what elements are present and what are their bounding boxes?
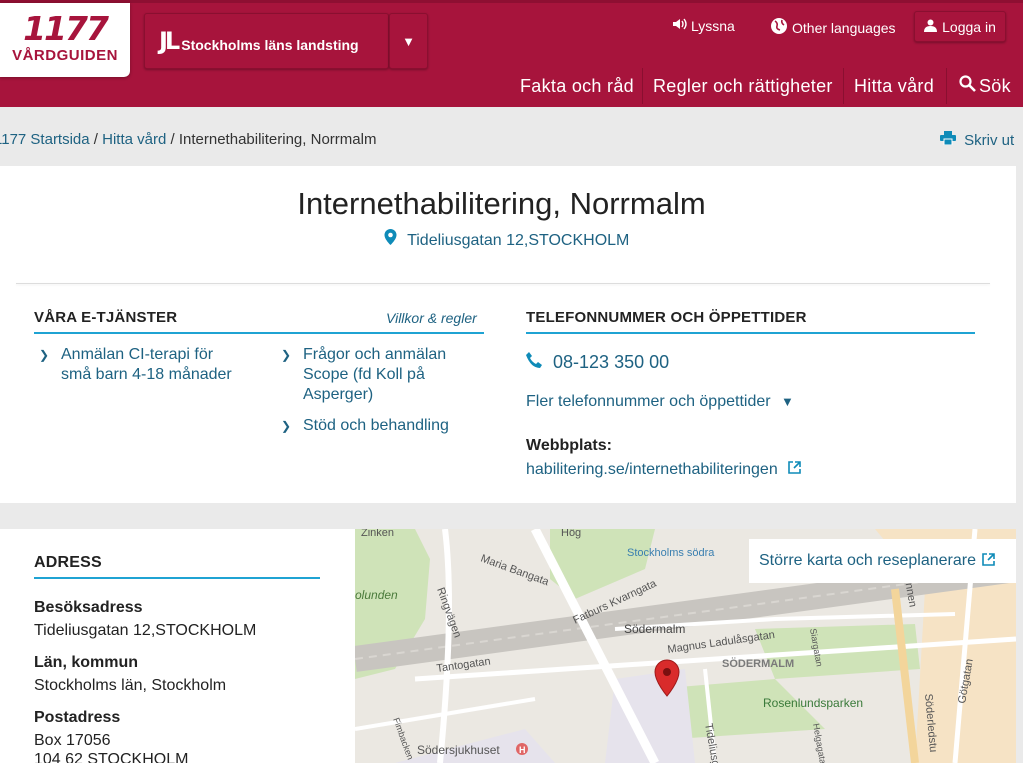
eservice-link-scope[interactable]: ❯ Frågor och anmälan Scope (fd Koll på A… (281, 345, 483, 405)
logo-1177[interactable]: 1177 VÅRDGUIDEN (0, 3, 130, 77)
login-label: Logga in (942, 18, 996, 35)
map-label: Södermalm (624, 622, 685, 636)
speaker-icon (672, 17, 687, 34)
phone-link[interactable]: 08-123 350 00 (526, 352, 669, 373)
larger-map-label: Större karta och reseplanerare (759, 552, 976, 569)
clinic-address-link[interactable]: Tideliusgatan 12,STOCKHOLM (407, 232, 629, 249)
listen-button[interactable]: Lyssna (672, 17, 735, 34)
page-title: Internethabilitering, Norrmalm (297, 186, 706, 221)
login-button[interactable]: Logga in (914, 11, 1006, 42)
breadcrumb-current: Internethabilitering, Norrmalm (178, 131, 377, 148)
postal-address-line2: 104 62 STOCKHOLM (34, 751, 189, 763)
breadcrumb-separator: / (170, 131, 175, 148)
listen-label: Lyssna (691, 17, 735, 34)
terms-link[interactable]: Villkor & regler (386, 310, 477, 326)
printer-icon (940, 131, 960, 149)
larger-map-link[interactable]: Större karta och reseplanerare (749, 539, 1016, 583)
county-label: Län, kommun (34, 654, 139, 671)
map-label: Zinken (361, 529, 394, 539)
map-label: Rosenlundsparken (763, 696, 863, 710)
nav-fakta-och-rad[interactable]: Fakta och råd (509, 65, 645, 107)
breadcrumb-hitta-vard-link[interactable]: Hitta vård (102, 131, 166, 148)
nav-search-label: Sök (979, 75, 1011, 96)
eservice-label: Scope (fd Koll på (303, 366, 425, 383)
region-name: Stockholms läns landsting (181, 37, 359, 53)
nav-divider (946, 68, 947, 104)
search-icon (959, 75, 976, 97)
website-url: habilitering.se/internethabiliteringen (526, 461, 778, 478)
eservice-label: Stöd och behandling (303, 417, 449, 434)
nav-search[interactable]: Sök (948, 65, 1022, 107)
eservice-label: små barn 4-18 månader (61, 366, 232, 383)
external-link-icon (982, 553, 995, 569)
address-heading-underline (34, 577, 320, 579)
map-label: H (519, 745, 526, 755)
eservice-link-ci-terapi[interactable]: ❯ Anmälan CI-terapi för små barn 4-18 må… (39, 345, 256, 385)
print-label: Skriv ut (964, 132, 1015, 149)
globe-icon (770, 17, 788, 38)
map-pin-icon (384, 229, 401, 249)
nav-regler-och-rattigheter[interactable]: Regler och rättigheter (642, 65, 844, 107)
eservices-heading-underline (34, 332, 484, 334)
website-label: Webbplats: (526, 437, 612, 454)
region-selector-button[interactable]: JL Stockholms läns landsting (144, 13, 389, 69)
county-value: Stockholms län, Stockholm (34, 677, 227, 694)
eservice-label: Anmälan CI-terapi för (61, 346, 214, 363)
external-link-icon (788, 461, 801, 477)
phone-icon (526, 352, 547, 372)
chevron-down-icon: ▼ (781, 394, 794, 409)
chevron-right-icon: ❯ (281, 348, 292, 362)
chevron-down-icon: ▼ (402, 33, 415, 49)
user-icon (924, 19, 938, 35)
chevron-right-icon: ❯ (281, 419, 292, 433)
eservice-label: Asperger) (303, 386, 374, 403)
region-logo-icon: JL (159, 27, 180, 55)
map-label: Södersjukhuset (417, 743, 500, 757)
visit-address-label: Besöksadress (34, 599, 143, 616)
breadcrumb-separator: / (93, 131, 98, 148)
address-heading: ADRESS (34, 554, 102, 571)
other-languages-label: Other languages (792, 19, 896, 36)
chevron-right-icon: ❯ (39, 348, 50, 362)
contact-heading-underline (526, 332, 975, 334)
map-label: olunden (355, 588, 398, 602)
map-label: SÖDERMALM (722, 657, 794, 670)
visit-address-value: Tideliusgatan 12,STOCKHOLM (34, 622, 257, 639)
breadcrumb-home-link[interactable]: 1177 Startsida (0, 131, 90, 148)
postal-address-label: Postadress (34, 709, 121, 726)
more-phone-numbers-label: Fler telefonnummer och öppettider (526, 393, 771, 410)
logo-number: 1177 (23, 9, 109, 48)
postal-address-line1: Box 17056 (34, 732, 111, 749)
contact-heading: TELEFONNUMMER OCH ÖPPETTIDER (526, 309, 807, 326)
clinic-address-line: Tideliusgatan 12,STOCKHOLM (0, 229, 1013, 250)
map-label: Hög (561, 529, 581, 539)
region-dropdown-button[interactable]: ▼ (389, 13, 428, 69)
logo-text: VÅRDGUIDEN (12, 47, 118, 64)
eservice-link-stod[interactable]: ❯ Stöd och behandling (281, 416, 483, 436)
section-divider (16, 283, 990, 284)
nav-hitta-vard[interactable]: Hitta vård (843, 65, 945, 107)
breadcrumb: 1177 Startsida / Hitta vård / Internetha… (0, 131, 376, 148)
eservices-heading: VÅRA E-TJÄNSTER (34, 309, 178, 326)
phone-number: 08-123 350 00 (553, 352, 670, 372)
website-link[interactable]: habilitering.se/internethabiliteringen (526, 461, 801, 479)
map-label: Stockholms södra (627, 547, 715, 559)
print-button[interactable]: Skriv ut (940, 131, 1014, 149)
other-languages-button[interactable]: Other languages (770, 17, 896, 38)
eservice-label: Frågor och anmälan (303, 346, 447, 363)
header-top-strip (0, 0, 1023, 3)
more-phone-numbers-toggle[interactable]: Fler telefonnummer och öppettider ▼ (526, 393, 794, 411)
